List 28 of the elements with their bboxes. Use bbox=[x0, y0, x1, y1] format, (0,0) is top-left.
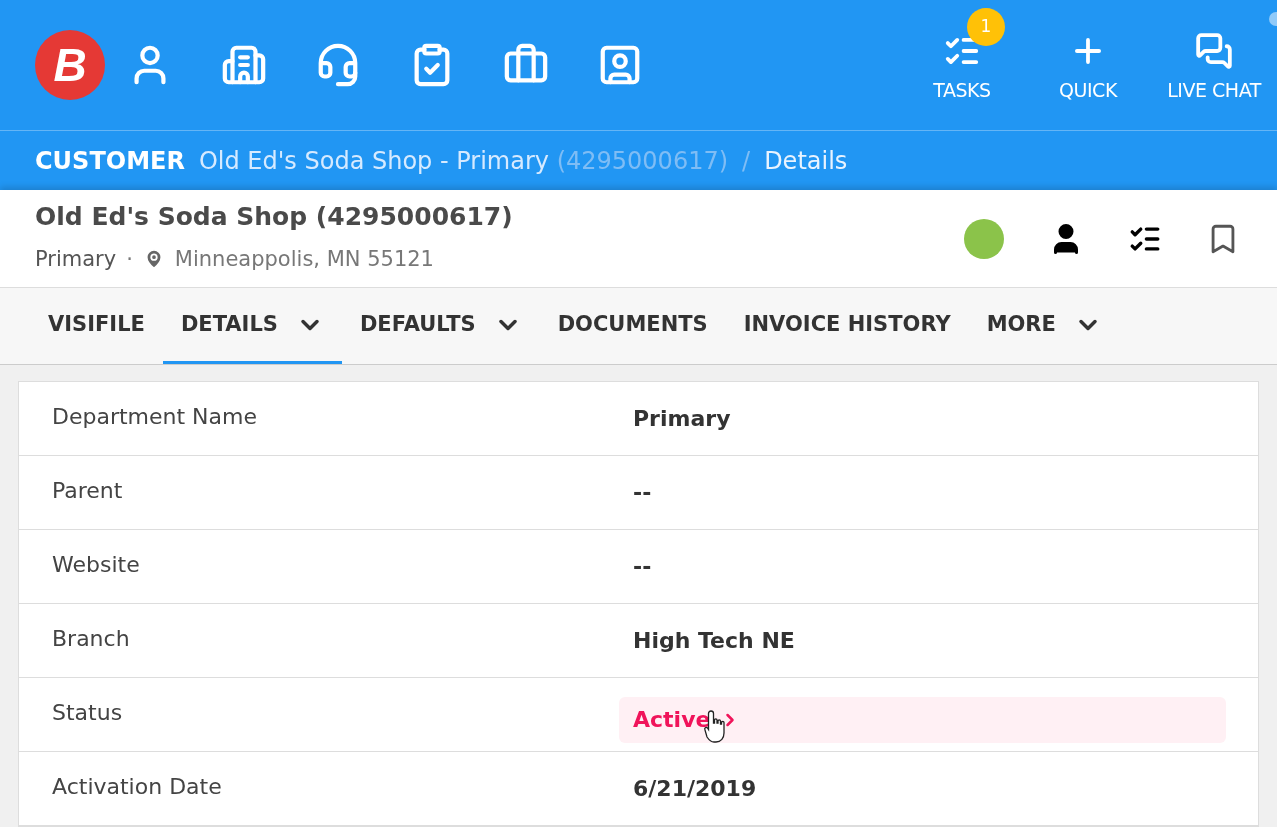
notification-badge: 1 bbox=[967, 8, 1005, 46]
tab[interactable]: DETAILS bbox=[162, 288, 342, 364]
field-value: Primary bbox=[632, 405, 731, 433]
tab[interactable]: INVOICE HISTORY bbox=[725, 288, 969, 364]
breadcrumb-current: Details bbox=[764, 145, 848, 177]
tab[interactable]: MORE bbox=[968, 288, 1120, 364]
field-value: -- bbox=[632, 479, 652, 507]
field-label: Website bbox=[51, 551, 141, 579]
breadcrumb-section: CUSTOMER bbox=[35, 142, 185, 179]
app-logo[interactable]: B bbox=[35, 30, 105, 100]
tab[interactable]: DOCUMENTS bbox=[539, 288, 726, 364]
field-value: 6/21/2019 bbox=[632, 775, 757, 803]
record-title: Old Ed's Soda Shop (4295000617) bbox=[35, 201, 513, 233]
field-value: High Tech NE bbox=[632, 627, 795, 655]
field-value: -- bbox=[632, 553, 652, 581]
field-label: Activation Date bbox=[51, 773, 223, 801]
location-text: Minneappolis, MN 55121 bbox=[174, 245, 434, 273]
separator-dot: · bbox=[126, 245, 133, 273]
department-text: Primary bbox=[35, 245, 117, 273]
chat-icon bbox=[1195, 31, 1233, 70]
tab[interactable]: VISIFILE bbox=[30, 288, 163, 364]
tab[interactable]: DEFAULTS bbox=[341, 288, 540, 364]
field-label: Parent bbox=[51, 477, 124, 505]
status-link[interactable]: Active bbox=[619, 696, 1226, 743]
breadcrumb-separator: / bbox=[742, 145, 751, 177]
field-label: Branch bbox=[51, 625, 131, 653]
field-label: Status bbox=[51, 699, 124, 727]
field-label: Department Name bbox=[51, 403, 259, 431]
